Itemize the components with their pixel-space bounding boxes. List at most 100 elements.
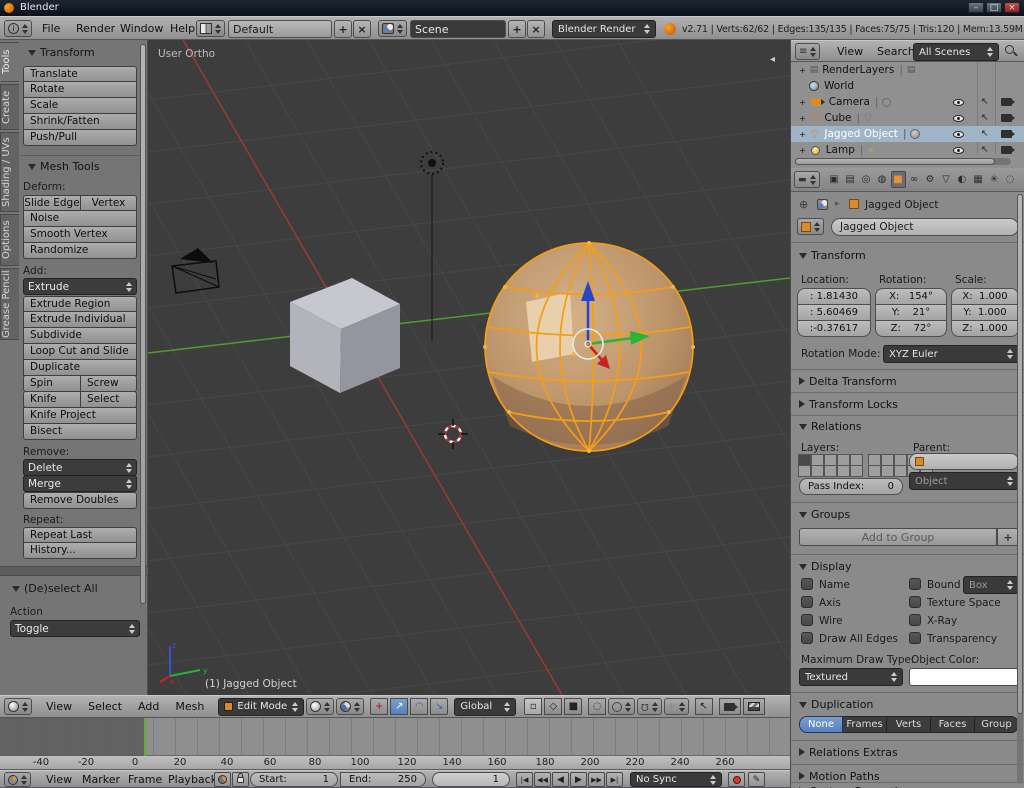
rotation-x-field[interactable]: X: 154°: [875, 288, 947, 305]
manipulator-translate-button[interactable]: ↗: [390, 698, 408, 715]
camera-object[interactable]: [168, 246, 224, 298]
screen-layout-icon-button[interactable]: [196, 20, 225, 37]
play-reverse-button[interactable]: ◀: [552, 772, 569, 787]
current-frame-field[interactable]: 1: [432, 772, 510, 787]
close-scene-button[interactable]: ×: [527, 20, 545, 38]
draw-all-edges-checkbox[interactable]: [801, 632, 813, 644]
outliner-row-jagged-object[interactable]: + ▽ Jagged Object | ↖: [791, 126, 1024, 142]
editor-type-selector[interactable]: i: [4, 20, 32, 37]
tl-menu-frame[interactable]: Frame: [124, 773, 166, 786]
proportional-edit-selector[interactable]: [608, 698, 635, 715]
parent-type-selector[interactable]: Object: [909, 472, 1019, 490]
pivot-selector[interactable]: [336, 698, 364, 715]
name-checkbox[interactable]: [801, 578, 813, 590]
scene-icon-button[interactable]: [378, 20, 407, 37]
manipulator-rotate-button[interactable]: ◠: [410, 698, 428, 715]
select-mode-edge-button[interactable]: ◇: [544, 698, 562, 715]
timeline-number-strip[interactable]: -40 -20 0 20 40 60 80 100 120 140 160 18…: [0, 756, 790, 770]
pin-icon[interactable]: ⊕: [799, 198, 808, 211]
properties-editor-selector[interactable]: ▬: [794, 171, 820, 188]
outliner-row-camera[interactable]: + Camera | ↖: [791, 94, 1024, 110]
draw-type-selector[interactable]: Textured: [799, 668, 903, 686]
delete-dropdown[interactable]: Delete: [23, 459, 137, 476]
panel-relations-extras[interactable]: Relations Extras: [799, 746, 898, 759]
jump-to-end-button[interactable]: ▶|: [606, 772, 623, 787]
location-x-field[interactable]: : 1.81430: [797, 288, 871, 305]
rotation-mode-selector[interactable]: XYZ Euler: [883, 345, 1019, 363]
snap-element-selector[interactable]: ⁘: [664, 698, 689, 715]
spin-button[interactable]: Spin: [23, 375, 81, 392]
shelf-tab-options[interactable]: Options: [0, 214, 19, 266]
manipulator-scale-button[interactable]: ↘: [430, 698, 448, 715]
renderability-camera-icon[interactable]: [1001, 130, 1012, 138]
object-color-swatch[interactable]: [909, 668, 1019, 686]
panel-relations[interactable]: Relations: [799, 420, 862, 433]
rotate-button[interactable]: Rotate: [23, 81, 137, 98]
randomize-button[interactable]: Randomize: [23, 242, 137, 259]
expand-icon[interactable]: +: [799, 130, 806, 139]
texture-space-checkbox[interactable]: [909, 596, 921, 608]
tab-object-icon[interactable]: ■: [891, 171, 906, 188]
remove-doubles-button[interactable]: Remove Doubles: [23, 492, 137, 509]
dup-none-button[interactable]: None: [799, 716, 843, 733]
tl-menu-playback[interactable]: Playback: [164, 773, 221, 786]
duplicate-button[interactable]: Duplicate: [23, 359, 137, 376]
vp-menu-select[interactable]: Select: [84, 700, 126, 713]
outliner-row-renderlayers[interactable]: + ▤ RenderLayers | ▤: [791, 62, 1024, 78]
end-frame-field[interactable]: End:250: [340, 772, 426, 787]
panel-duplication[interactable]: Duplication: [799, 698, 873, 711]
pass-index-field[interactable]: Pass Index: 0: [799, 478, 903, 495]
scale-y-field[interactable]: Y: 1.000: [951, 304, 1019, 321]
properties-scrollbar[interactable]: [1017, 194, 1023, 784]
panel-display[interactable]: Display: [799, 560, 852, 573]
timeline-editor-selector[interactable]: [4, 772, 31, 787]
select-mode-face-button[interactable]: ■: [564, 698, 582, 715]
layers-grid-left[interactable]: [799, 455, 864, 477]
add-group-plus-button[interactable]: +: [997, 528, 1019, 546]
visibility-eye-icon[interactable]: [953, 99, 964, 106]
snap-selector[interactable]: Ω: [637, 698, 662, 715]
play-button[interactable]: ▶: [570, 772, 587, 787]
toolshelf-scrollbar[interactable]: [140, 44, 146, 690]
merge-dropdown[interactable]: Merge: [23, 475, 137, 492]
shelf-tab-create[interactable]: Create: [0, 84, 19, 130]
xray-checkbox[interactable]: [909, 614, 921, 626]
panel-transform-locks[interactable]: Transform Locks: [799, 398, 898, 411]
tab-particles-icon[interactable]: ✳: [987, 171, 1002, 188]
outliner-editor-selector[interactable]: ≡: [795, 43, 820, 60]
menu-help[interactable]: Help: [166, 22, 199, 35]
rotation-z-field[interactable]: Z: 72°: [875, 320, 947, 337]
vp-menu-add[interactable]: Add: [134, 700, 163, 713]
knife-project-button[interactable]: Knife Project: [23, 407, 137, 424]
transform-manipulator[interactable]: [528, 265, 668, 385]
tab-texture-icon[interactable]: ▦: [971, 171, 986, 188]
render-engine-selector[interactable]: Blender Render: [552, 20, 656, 38]
panel-meshtools-header[interactable]: Mesh Tools: [28, 160, 100, 173]
current-frame-line[interactable]: [144, 718, 146, 756]
subdivide-button[interactable]: Subdivide: [23, 327, 137, 344]
selectability-cursor-icon[interactable]: ↖: [981, 129, 989, 139]
bisect-button[interactable]: Bisect: [23, 423, 137, 440]
opengl-render-anim-button[interactable]: [743, 698, 765, 715]
location-z-field[interactable]: :-0.37617: [797, 320, 871, 337]
operator-panel-header[interactable]: (De)select All: [12, 582, 98, 595]
expand-icon[interactable]: +: [799, 146, 806, 155]
search-icon[interactable]: [1005, 45, 1014, 54]
selectability-cursor-icon[interactable]: ↖: [981, 97, 989, 107]
limit-to-visible-button[interactable]: ◌: [588, 698, 606, 715]
close-layout-button[interactable]: ×: [353, 20, 371, 38]
visibility-eye-icon[interactable]: [953, 131, 964, 138]
shelf-tab-tools[interactable]: Tools: [0, 42, 19, 82]
outliner-menu-view[interactable]: View: [833, 45, 867, 58]
tab-material-icon[interactable]: ◐: [955, 171, 970, 188]
jump-to-start-button[interactable]: |◀: [516, 772, 533, 787]
outliner-hscrollbar[interactable]: [795, 158, 1011, 165]
panel-transform-props[interactable]: Transform: [799, 249, 866, 262]
snap-peel-button[interactable]: ↖: [695, 698, 713, 715]
scale-z-field[interactable]: Z: 1.000: [951, 320, 1019, 337]
add-to-group-button[interactable]: Add to Group: [799, 528, 997, 546]
axis-checkbox[interactable]: [801, 596, 813, 608]
add-layout-button[interactable]: +: [334, 20, 352, 38]
expand-icon[interactable]: +: [799, 114, 806, 123]
parent-field[interactable]: [909, 453, 1019, 470]
